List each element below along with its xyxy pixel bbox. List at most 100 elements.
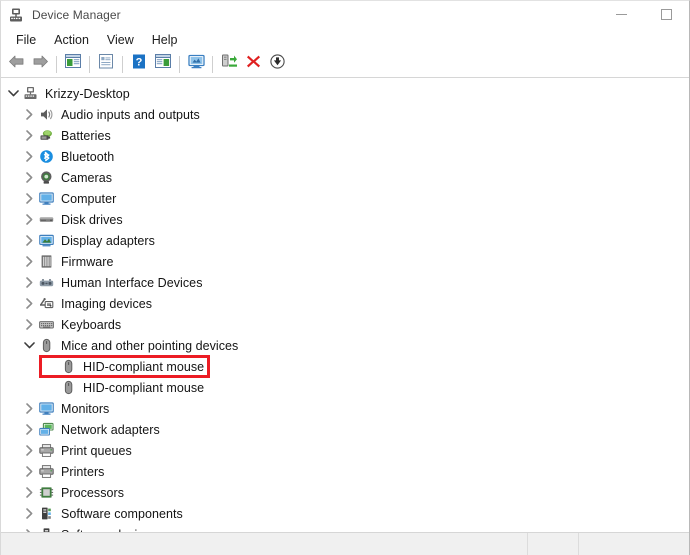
tree-item-label: Cameras bbox=[61, 170, 113, 185]
tree-item[interactable]: Krizzy-Desktop bbox=[1, 83, 689, 104]
tree-item[interactable]: Software components bbox=[1, 503, 689, 524]
chevron-right-icon[interactable] bbox=[21, 398, 38, 419]
window-controls bbox=[599, 1, 689, 28]
tree-item[interactable]: Monitors bbox=[1, 398, 689, 419]
software-device-icon bbox=[38, 526, 55, 532]
tree-item-label: Firmware bbox=[61, 254, 114, 269]
chevron-placeholder bbox=[43, 377, 60, 398]
firmware-icon bbox=[38, 253, 55, 270]
tree-item[interactable]: Keyboards bbox=[1, 314, 689, 335]
forward-button[interactable] bbox=[28, 52, 52, 76]
tree-item-label: Human Interface Devices bbox=[61, 275, 203, 290]
chevron-right-icon[interactable] bbox=[21, 272, 38, 293]
tree-item[interactable]: Bluetooth bbox=[1, 146, 689, 167]
chevron-right-icon[interactable] bbox=[21, 503, 38, 524]
monitor-icon bbox=[38, 190, 55, 207]
chevron-right-icon[interactable] bbox=[21, 314, 38, 335]
scan-for-hardware-changes-button[interactable] bbox=[184, 52, 208, 76]
device-tree[interactable]: Krizzy-Desktop Audio inputs and outputs Ba… bbox=[1, 78, 689, 532]
update-driver-icon bbox=[221, 54, 237, 74]
mouse-icon bbox=[60, 358, 77, 375]
tree-item[interactable]: Batteries bbox=[1, 125, 689, 146]
show-hide-console-tree-button[interactable] bbox=[61, 52, 85, 76]
menu-bar: File Action View Help bbox=[1, 28, 689, 51]
disable-device-button[interactable] bbox=[265, 52, 289, 76]
monitor-icon bbox=[38, 400, 55, 417]
status-text bbox=[1, 533, 527, 555]
chevron-right-icon[interactable] bbox=[21, 293, 38, 314]
uninstall-device-button[interactable] bbox=[241, 52, 265, 76]
chevron-right-icon[interactable] bbox=[21, 167, 38, 188]
maximize-icon bbox=[661, 9, 672, 20]
tree-item[interactable]: Mice and other pointing devices bbox=[1, 335, 689, 356]
status-pane-tertiary bbox=[578, 533, 689, 555]
tree-item[interactable]: Disk drives bbox=[1, 209, 689, 230]
tree-item-label: Computer bbox=[61, 191, 117, 206]
tree-item-label: Processors bbox=[61, 485, 125, 500]
menu-file[interactable]: File bbox=[7, 31, 45, 49]
printer-icon bbox=[38, 442, 55, 459]
show-hide-action-pane-button[interactable] bbox=[151, 52, 175, 76]
action-pane-icon bbox=[155, 54, 171, 74]
tree-item[interactable]: Cameras bbox=[1, 167, 689, 188]
tree-item-label: Krizzy-Desktop bbox=[45, 86, 130, 101]
tree-item-label: Audio inputs and outputs bbox=[61, 107, 200, 122]
tree-item[interactable]: Audio inputs and outputs bbox=[1, 104, 689, 125]
chevron-right-icon[interactable] bbox=[21, 104, 38, 125]
menu-help[interactable]: Help bbox=[143, 31, 187, 49]
processor-icon bbox=[38, 484, 55, 501]
chevron-right-icon[interactable] bbox=[21, 125, 38, 146]
toolbar-separator bbox=[56, 55, 57, 73]
back-arrow-icon bbox=[8, 54, 25, 74]
chevron-right-icon[interactable] bbox=[21, 188, 38, 209]
chevron-right-icon[interactable] bbox=[21, 251, 38, 272]
display-adapter-icon bbox=[38, 232, 55, 249]
chevron-down-icon[interactable] bbox=[21, 335, 38, 356]
tree-item-label: Monitors bbox=[61, 401, 110, 416]
back-button[interactable] bbox=[4, 52, 28, 76]
minimize-button[interactable] bbox=[599, 1, 644, 28]
menu-action[interactable]: Action bbox=[45, 31, 98, 49]
mouse-icon bbox=[38, 337, 55, 354]
tree-item-label: Print queues bbox=[61, 443, 132, 458]
properties-button[interactable] bbox=[94, 52, 118, 76]
toolbar-separator bbox=[122, 55, 123, 73]
chevron-right-icon[interactable] bbox=[21, 482, 38, 503]
console-tree-icon bbox=[65, 54, 81, 74]
tree-item[interactable]: HID-compliant mouse bbox=[1, 356, 689, 377]
mouse-icon bbox=[60, 379, 77, 396]
chevron-right-icon[interactable] bbox=[21, 209, 38, 230]
software-component-icon bbox=[38, 505, 55, 522]
help-icon: ? bbox=[132, 54, 147, 74]
tree-item[interactable]: Firmware bbox=[1, 251, 689, 272]
forward-arrow-icon bbox=[32, 54, 49, 74]
update-driver-button[interactable] bbox=[217, 52, 241, 76]
tree-item[interactable]: Human Interface Devices bbox=[1, 272, 689, 293]
tree-item[interactable]: Network adapters bbox=[1, 419, 689, 440]
tree-item-label: Batteries bbox=[61, 128, 111, 143]
tree-item[interactable]: Print queues bbox=[1, 440, 689, 461]
tree-item[interactable]: Computer bbox=[1, 188, 689, 209]
tree-item-label: Display adapters bbox=[61, 233, 155, 248]
tree-item[interactable]: Processors bbox=[1, 482, 689, 503]
chevron-right-icon[interactable] bbox=[21, 524, 38, 532]
scan-monitor-icon bbox=[187, 54, 205, 74]
properties-icon bbox=[98, 54, 114, 74]
tree-item[interactable]: HID-compliant mouse bbox=[1, 377, 689, 398]
tree-item[interactable]: Printers bbox=[1, 461, 689, 482]
tree-item-label: Printers bbox=[61, 464, 105, 479]
maximize-button[interactable] bbox=[644, 1, 689, 28]
device-manager-window: Device Manager File Action View Help ? K… bbox=[0, 0, 690, 555]
chevron-right-icon[interactable] bbox=[21, 419, 38, 440]
tree-item[interactable]: Imaging devices bbox=[1, 293, 689, 314]
menu-view[interactable]: View bbox=[98, 31, 143, 49]
chevron-down-icon[interactable] bbox=[5, 83, 22, 104]
tree-item[interactable]: Display adapters bbox=[1, 230, 689, 251]
tree-item-label: Software components bbox=[61, 506, 183, 521]
tree-item[interactable]: Software devices bbox=[1, 524, 689, 532]
chevron-right-icon[interactable] bbox=[21, 230, 38, 251]
chevron-right-icon[interactable] bbox=[21, 461, 38, 482]
help-button[interactable]: ? bbox=[127, 52, 151, 76]
chevron-right-icon[interactable] bbox=[21, 440, 38, 461]
chevron-right-icon[interactable] bbox=[21, 146, 38, 167]
